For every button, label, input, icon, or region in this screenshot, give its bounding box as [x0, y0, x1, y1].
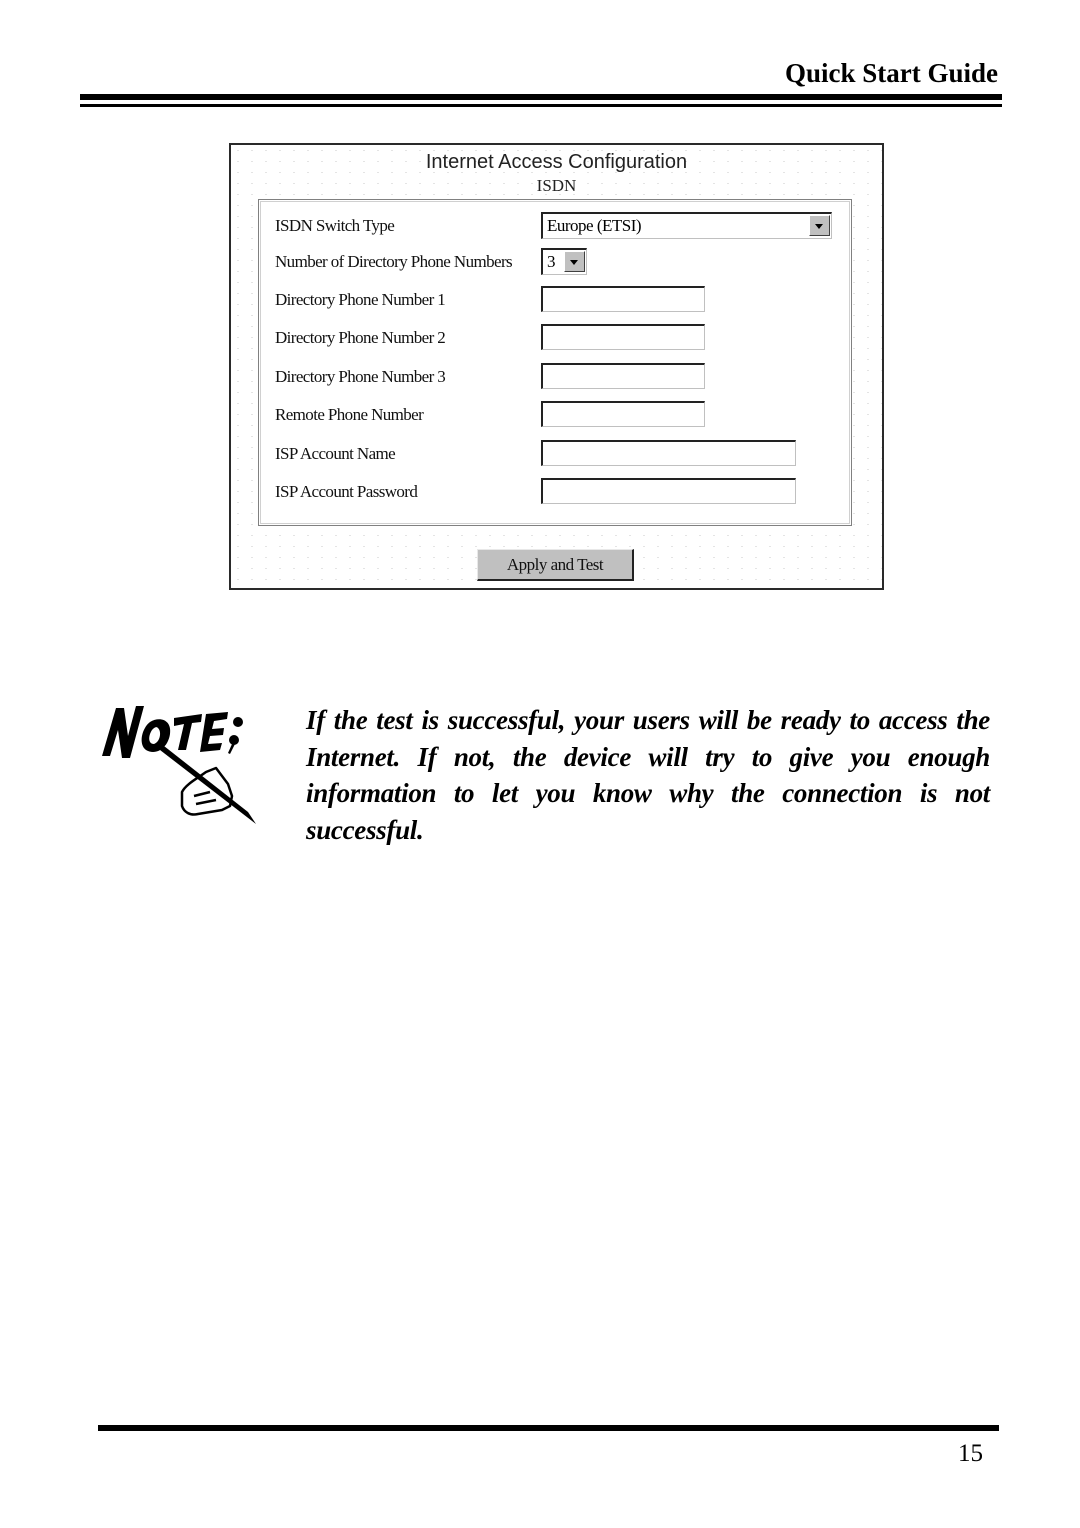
note-logo-svg	[102, 706, 256, 824]
note-text: If the test is successful, your users wi…	[306, 705, 990, 845]
label-isp-account-password: ISP Account Password	[275, 482, 418, 501]
footer-rule	[98, 1425, 999, 1431]
isdn-switch-type-value: Europe (ETSI)	[547, 216, 642, 235]
isdn-switch-type-select[interactable]: Europe (ETSI)	[541, 212, 832, 239]
directory-count-select[interactable]: 3	[541, 248, 587, 275]
config-title: Internet Access Configuration	[425, 151, 688, 173]
chevron-down-icon[interactable]	[809, 215, 830, 236]
header-rule-thick	[80, 94, 1002, 100]
running-head: Quick Start Guide	[784, 58, 998, 88]
label-directory-count: Number of Directory Phone Numbers	[275, 252, 513, 271]
label-directory-phone-2: Directory Phone Number 2	[275, 328, 446, 347]
label-isp-account-name: ISP Account Name	[275, 444, 396, 463]
header-rule-thin	[80, 104, 1002, 107]
config-subtitle: ISDN	[536, 176, 577, 195]
label-directory-phone-1: Directory Phone Number 1	[275, 290, 446, 309]
isdn-form-panel: ISDN Switch Type Europe (ETSI) Number of…	[258, 199, 852, 526]
config-screenshot: Internet Access Configuration ISDN ISDN …	[229, 143, 884, 590]
isp-account-name-input[interactable]	[541, 440, 796, 466]
directory-phone-1-input[interactable]	[541, 286, 705, 312]
directory-phone-2-input[interactable]	[541, 324, 705, 350]
apply-and-test-button[interactable]: Apply and Test	[477, 549, 634, 581]
directory-count-value: 3	[547, 252, 556, 271]
isp-account-password-input[interactable]	[541, 478, 796, 504]
chevron-down-icon[interactable]	[564, 251, 585, 272]
label-isdn-switch-type: ISDN Switch Type	[275, 216, 395, 235]
directory-phone-3-input[interactable]	[541, 363, 705, 389]
page-number: 15	[958, 1440, 983, 1467]
note-pen-hand-icon	[98, 700, 276, 828]
label-remote-phone: Remote Phone Number	[275, 405, 424, 424]
remote-phone-input[interactable]	[541, 401, 705, 427]
label-directory-phone-3: Directory Phone Number 3	[275, 367, 446, 386]
